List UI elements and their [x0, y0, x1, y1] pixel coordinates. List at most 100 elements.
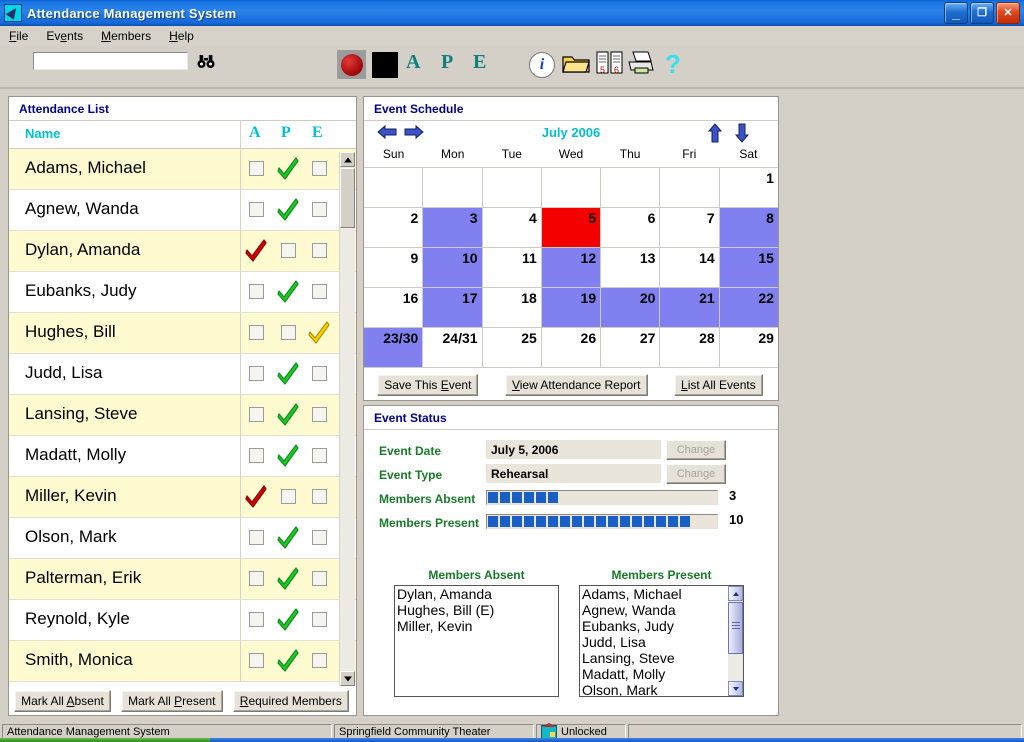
calendar-day-24-31[interactable]: 24/31 — [423, 328, 483, 368]
printer-icon[interactable] — [626, 50, 656, 78]
scroll-up-arrow-icon[interactable] — [340, 152, 355, 167]
list-item[interactable]: Judd, Lisa — [580, 634, 727, 650]
calendar-day-25[interactable]: 25 — [482, 328, 542, 368]
present-list-box[interactable]: Adams, Michael Agnew, Wanda Eubanks, Judy J… — [579, 585, 744, 697]
info-icon[interactable]: i — [529, 52, 555, 78]
start-button[interactable] — [0, 738, 210, 742]
attendance-checkbox-e[interactable] — [312, 243, 327, 258]
attendance-checkbox-p[interactable] — [281, 243, 296, 258]
table-row[interactable]: Madatt, Molly — [9, 436, 356, 477]
calendar-day-14[interactable]: 14 — [660, 248, 720, 288]
calendar-day-2[interactable]: 2 — [364, 208, 424, 248]
absent-list-box[interactable]: Dylan, Amanda Hughes, Bill (E) Miller, Kev… — [394, 585, 559, 697]
attendance-check-p[interactable] — [277, 196, 299, 222]
mark-absent-letter-icon[interactable]: A — [406, 52, 420, 72]
calendar-day-3[interactable]: 3 — [423, 208, 483, 248]
table-row[interactable]: Eubanks, Judy — [9, 272, 356, 313]
attendance-check-p[interactable] — [277, 278, 299, 304]
attendance-checkbox-e[interactable] — [312, 612, 327, 627]
attendance-checkbox-a[interactable] — [249, 284, 264, 299]
list-all-events-button[interactable]: List All Events — [674, 374, 763, 396]
calendar-day-1[interactable]: 1 — [719, 168, 778, 208]
attendance-scrollbar[interactable] — [339, 152, 355, 686]
calendar-day-12[interactable]: 12 — [541, 248, 602, 288]
present-scrollbar-thumb[interactable] — [728, 602, 743, 654]
attendance-check-p[interactable] — [277, 401, 299, 427]
required-members-button[interactable]: Required Members — [232, 690, 349, 712]
attendance-checkbox-e[interactable] — [312, 366, 327, 381]
attendance-checkbox-a[interactable] — [249, 530, 264, 545]
table-row[interactable]: Judd, Lisa — [9, 354, 356, 395]
present-scroll-down-icon[interactable] — [728, 681, 743, 696]
table-row[interactable]: Olson, Mark — [9, 518, 356, 559]
table-row[interactable]: Agnew, Wanda — [9, 190, 356, 231]
table-row[interactable]: Dylan, Amanda — [9, 231, 356, 272]
open-folder-icon[interactable] — [562, 52, 590, 76]
attendance-checkbox-a[interactable] — [249, 571, 264, 586]
calendar-day-20[interactable]: 20 — [601, 288, 661, 328]
calendar-day-11[interactable]: 11 — [482, 248, 542, 288]
attendance-checkbox-e[interactable] — [312, 202, 327, 217]
menu-events[interactable]: Events — [37, 27, 92, 45]
restore-button[interactable]: ❐ — [970, 2, 994, 24]
attendance-checkbox-a[interactable] — [249, 653, 264, 668]
change-type-button[interactable]: Change — [666, 464, 726, 484]
change-date-button[interactable]: Change — [666, 440, 726, 460]
binoculars-icon[interactable] — [195, 52, 217, 70]
attendance-checkbox-p[interactable] — [281, 489, 296, 504]
calendar-day-5[interactable]: 5 — [541, 208, 602, 248]
arrow-down-icon[interactable] — [734, 123, 750, 146]
attendance-checkbox-e[interactable] — [312, 284, 327, 299]
attendance-check-a[interactable] — [245, 237, 267, 263]
mark-excused-letter-icon[interactable]: E — [473, 52, 486, 72]
view-attendance-report-button[interactable]: View Attendance Report — [504, 374, 648, 396]
calendar-day-27[interactable]: 27 — [601, 328, 661, 368]
scroll-down-arrow-icon[interactable] — [340, 671, 355, 686]
menu-file[interactable]: File — [0, 27, 37, 45]
calendar-day-22[interactable]: 22 — [719, 288, 778, 328]
list-item[interactable]: Madatt, Molly — [580, 666, 727, 682]
list-item[interactable]: Miller, Kevin — [395, 618, 558, 634]
attendance-check-p[interactable] — [277, 524, 299, 550]
mark-present-letter-icon[interactable]: P — [441, 52, 453, 72]
attendance-checkbox-a[interactable] — [249, 612, 264, 627]
present-scroll-up-icon[interactable] — [728, 586, 743, 601]
attendance-checkbox-a[interactable] — [249, 161, 264, 176]
menu-help[interactable]: Help — [160, 27, 203, 45]
attendance-checkbox-a[interactable] — [249, 366, 264, 381]
stop-black-square-icon[interactable] — [372, 52, 398, 78]
calendar-day-21[interactable]: 21 — [660, 288, 720, 328]
save-this-event-button[interactable]: Save This Event — [377, 374, 479, 396]
table-row[interactable]: Adams, Michael — [9, 149, 356, 190]
table-row[interactable]: Lansing, Steve — [9, 395, 356, 436]
attendance-checkbox-e[interactable] — [312, 571, 327, 586]
search-input[interactable] — [33, 52, 188, 70]
minimize-button[interactable]: _ — [944, 2, 968, 24]
attendance-check-p[interactable] — [277, 442, 299, 468]
table-row[interactable]: Palterman, Erik — [9, 559, 356, 600]
calendar-day-17[interactable]: 17 — [423, 288, 483, 328]
record-red-circle-icon[interactable] — [337, 50, 366, 79]
calendar-day-10[interactable]: 10 — [423, 248, 483, 288]
attendance-checkbox-a[interactable] — [249, 407, 264, 422]
table-row[interactable]: Smith, Monica — [9, 641, 356, 682]
list-item[interactable]: Olson, Mark — [580, 682, 727, 696]
table-row[interactable]: Hughes, Bill — [9, 313, 356, 354]
attendance-checkbox-e[interactable] — [312, 161, 327, 176]
table-row[interactable]: Reynold, Kyle — [9, 600, 356, 641]
attendance-check-e[interactable] — [308, 319, 330, 345]
attendance-checkbox-e[interactable] — [312, 448, 327, 463]
list-item[interactable]: Agnew, Wanda — [580, 602, 727, 618]
calendar-day-23-30[interactable]: 23/30 — [364, 328, 424, 368]
list-item[interactable]: Eubanks, Judy — [580, 618, 727, 634]
attendance-check-p[interactable] — [277, 360, 299, 386]
attendance-checkbox-a[interactable] — [249, 448, 264, 463]
attendance-checkbox-e[interactable] — [312, 407, 327, 422]
calendar-day-18[interactable]: 18 — [482, 288, 542, 328]
calendar-day-4[interactable]: 4 — [482, 208, 542, 248]
calendar-day-9[interactable]: 9 — [364, 248, 424, 288]
attendance-checkbox-a[interactable] — [249, 325, 264, 340]
calendar-day-6[interactable]: 6 — [601, 208, 661, 248]
attendance-check-p[interactable] — [277, 155, 299, 181]
table-row[interactable]: Miller, Kevin — [9, 477, 356, 518]
